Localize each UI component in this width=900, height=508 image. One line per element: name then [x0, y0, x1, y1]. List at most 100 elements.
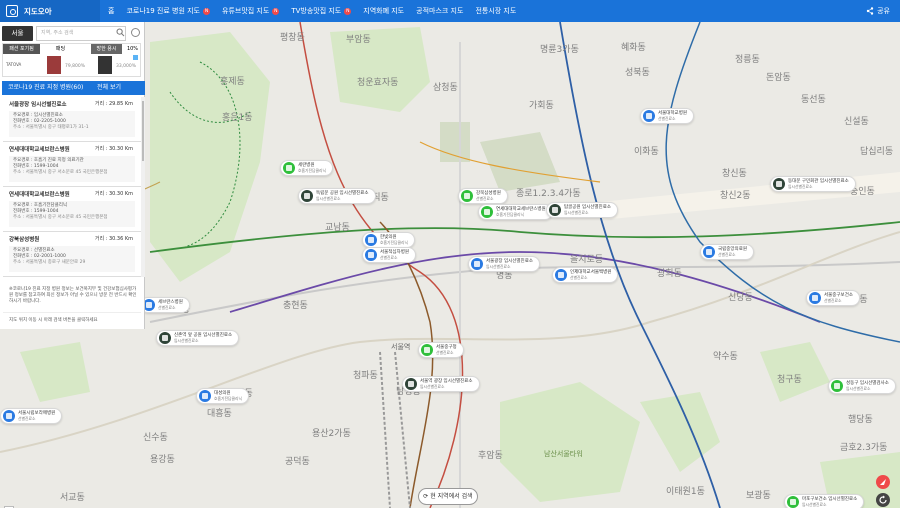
map-label: 약수동	[713, 352, 738, 362]
map-label: 평창동	[280, 33, 305, 43]
refresh-button[interactable]	[876, 493, 890, 507]
list-scrollbar[interactable]	[141, 97, 145, 277]
map-label: 답십리동	[860, 147, 894, 157]
search-this-area-button[interactable]: ⟳ 현 지역에서 검색	[418, 488, 478, 505]
hospital-marker[interactable]: 서울중구청 선별진료소	[418, 342, 464, 358]
map-label: 용산2가동	[312, 429, 351, 439]
testing-site-icon	[301, 190, 313, 202]
map-label: 돈암동	[766, 73, 791, 83]
map-label: 삼청동	[433, 83, 458, 93]
map-label: 서울역	[391, 343, 411, 351]
ad-info-icon[interactable]	[133, 55, 138, 60]
nav-tv-food-map[interactable]: TV방송맛집 지도 N	[285, 6, 357, 16]
address-search-input[interactable]: 지역, 주소 검색	[36, 26, 126, 41]
hospital-marker[interactable]: 세브란스병원 선별진료소	[140, 297, 190, 313]
hospital-icon	[283, 162, 295, 174]
search-icon[interactable]	[116, 28, 125, 37]
marker-text: 서울중구청 선별진료소	[436, 345, 457, 355]
map-label: 서교동	[60, 493, 85, 503]
marker-text: 국립중앙의료원 선별진료소	[718, 247, 747, 257]
ad-tab: 방한 용시	[91, 44, 122, 54]
region-tab-seoul[interactable]: 서울	[2, 26, 33, 41]
testing-site-icon	[549, 204, 561, 216]
nav-label: 전통시장 지도	[475, 7, 517, 15]
hospital-icon	[3, 410, 15, 422]
testing-site-marker[interactable]: 서울광장 임시선별진료소 임시선별진료소	[468, 256, 540, 272]
hospital-info: 주요경로 : 선별진료소 전화번호 : 02-2001-1000 주소 : 서울…	[9, 246, 135, 272]
nav-public-mask-map[interactable]: 공적마스크 지도	[410, 6, 469, 16]
search-hint: 지도 위치 이동 시 아래 검색 버튼을 클릭하세요	[3, 312, 141, 327]
hospital-icon	[461, 190, 473, 202]
marker-text: 성동구 임시선별검사소 임시선별진료소	[846, 381, 889, 391]
testing-site-icon	[773, 178, 785, 190]
marker-sub: 임시선별진료소	[788, 184, 813, 189]
share-label: 공유	[877, 7, 890, 15]
advertisement-banner[interactable]: 패션 포기됨 패딩 방한 용시 10% TATOVA 79,800% 33,00…	[2, 43, 141, 77]
hospital-icon	[365, 234, 377, 246]
list-item[interactable]: 연세대대학교세브란스병원 거리 : 30.30 Km 주요경로 : 호흡기전담클…	[3, 187, 141, 232]
nav-youtube-food-map[interactable]: 유튜브맛집 지도 N	[216, 6, 285, 16]
ad-product-image	[98, 56, 112, 74]
ad-product-image	[47, 56, 61, 74]
map-label: 교남동	[325, 223, 350, 233]
list-item[interactable]: 연세대대학교세브란스병원 거리 : 30.30 Km 주요경로 : 호흡기 진료…	[3, 142, 141, 187]
marker-text: 연세대대학교세브란스병원 호흡기전담클리닉	[496, 207, 546, 217]
map-label: 홍은1동	[222, 113, 253, 123]
map-label: 청구동	[777, 375, 802, 385]
hospital-icon	[481, 206, 493, 218]
hospital-marker[interactable]: 서울중구보건소 선별진료소	[806, 290, 860, 306]
hospital-icon	[555, 269, 567, 281]
my-location-button[interactable]	[876, 475, 890, 489]
top-navigation-bar: 지도오아 홈 코로나19 진료 병원 지도 N 유튜브맛집 지도 N TV방송맛집 …	[0, 0, 900, 22]
new-badge: N	[344, 7, 352, 15]
hospital-marker[interactable]: 세란병원 호흡기전담클리닉	[280, 160, 333, 176]
hospital-marker[interactable]: 서울시립보라매병원 선별진료소	[0, 408, 63, 424]
marker-sub: 호흡기전담클리닉	[380, 240, 408, 245]
hospital-address: 주소 : 서울특별시 종로구 새문안로 29	[13, 260, 86, 265]
testing-site-marker[interactable]: 신촌역 앞 공원 임시선별진료소 임시선별진료소	[156, 330, 240, 346]
map-label: 남산서울타워	[544, 450, 583, 458]
marker-text: 서울역 광장 임시선별진료소 임시선별진료소	[420, 379, 473, 389]
map-label: 종로1.2.3.4가동	[516, 189, 581, 199]
hospital-marker[interactable]: 인제대학교서울백병원 선별진료소	[552, 267, 619, 283]
marker-text: 세브란스병원 선별진료소	[158, 300, 183, 310]
hospital-marker[interactable]: 서울대학교병원 선별진료소	[640, 108, 694, 124]
marker-sub: 임시선별진료소	[486, 264, 511, 269]
testing-site-marker[interactable]: 마포구보건소 임시선별진료소 임시선별진료소	[784, 494, 865, 508]
hospital-icon	[421, 344, 433, 356]
testing-site-marker[interactable]: 독립문 공원 임시선별진료소 임시선별진료소	[298, 188, 376, 204]
main-nav: 홈 코로나19 진료 병원 지도 N 유튜브맛집 지도 N TV방송맛집 지도 N 지…	[100, 0, 522, 22]
nav-label: 지역화폐 지도	[363, 7, 405, 15]
testing-site-marker[interactable]: 성동구 임시선별검사소 임시선별진료소	[828, 378, 896, 394]
marker-sub: 선별진료소	[158, 305, 176, 310]
hospital-marker[interactable]: 대성의원 호흡기전담클리닉	[196, 388, 249, 404]
hospital-marker[interactable]: 연세대대학교세브란스병원 호흡기전담클리닉	[478, 204, 553, 220]
ad-price: 79,800%	[65, 64, 86, 69]
testing-site-marker[interactable]: 동대문 구민회관 임시선별진료소 임시선별진료소	[770, 176, 856, 192]
testing-site-marker[interactable]: 탑골공원 임시선별진료소 임시선별진료소	[546, 202, 618, 218]
share-button[interactable]: 공유	[866, 6, 890, 16]
view-all-link[interactable]: 전체 보기	[97, 81, 121, 95]
list-item[interactable]: 강북삼성병원 거리 : 30.36 Km 주요경로 : 선별진료소 전화번호 :…	[3, 232, 141, 277]
marker-text: 마포구보건소 임시선별진료소 임시선별진료소	[802, 497, 857, 507]
hospital-marker[interactable]: 한빛의원 호흡기전담클리닉	[362, 232, 415, 248]
map-label: 후암동	[478, 451, 503, 461]
nav-traditional-market-map[interactable]: 전통시장 지도	[469, 6, 522, 16]
distance: 거리 : 30.36 Km	[94, 236, 133, 242]
marker-sub: 임시선별진료소	[420, 384, 445, 389]
nav-local-currency-map[interactable]: 지역화폐 지도	[357, 6, 410, 16]
site-logo[interactable]: 지도오아	[0, 0, 100, 22]
marker-text: 서울시립보라매병원 선별진료소	[18, 411, 55, 421]
hospital-marker[interactable]: 서울적십자병원 선별진료소	[362, 247, 416, 263]
list-item[interactable]: 서울광장 임시선별진료소 거리 : 29.85 Km 주요경로 : 임시선별진료…	[3, 97, 141, 142]
list-title: 코로나19 진료 지정 병원(60)	[8, 84, 84, 91]
nav-home[interactable]: 홈	[100, 6, 120, 16]
gps-target-icon[interactable]	[131, 28, 140, 37]
nav-covid-hospital-map[interactable]: 코로나19 진료 병원 지도 N	[120, 6, 216, 16]
marker-sub: 호흡기전담클리닉	[496, 212, 524, 217]
hospital-marker[interactable]: 국립중앙의료원 선별진료소	[700, 244, 754, 260]
testing-site-marker[interactable]: 서울역 광장 임시선별진료소 임시선별진료소	[402, 376, 480, 392]
marker-sub: 임시선별진료소	[316, 196, 341, 201]
marker-text: 독립문 공원 임시선별진료소 임시선별진료소	[316, 191, 369, 201]
hospital-marker[interactable]: 강북삼성병원 선별진료소	[458, 188, 508, 204]
